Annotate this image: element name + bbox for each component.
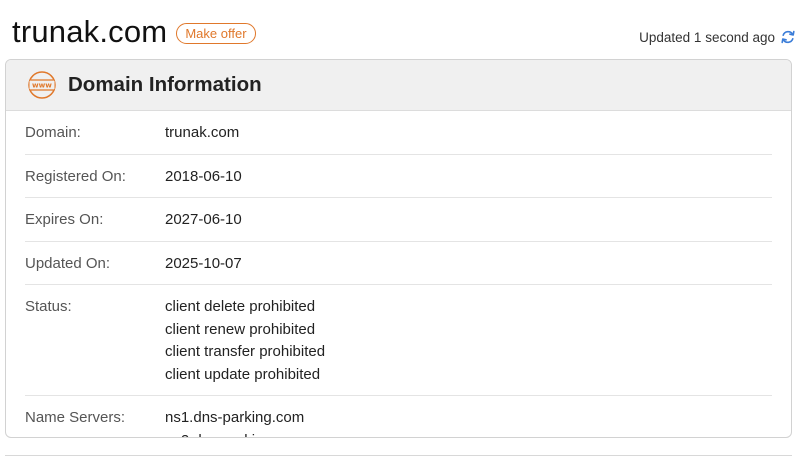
update-status: Updated 1 second ago	[639, 29, 796, 45]
info-row: Updated On: 2025-10-07	[25, 242, 772, 285]
info-value-line: ns2.dns-parking.com	[165, 430, 304, 438]
info-row: Domain: trunak.com	[25, 111, 772, 155]
updated-text: Updated 1 second ago	[639, 29, 775, 45]
info-value-line: ns1.dns-parking.com	[165, 409, 305, 426]
info-row: Status: client delete prohibited client re…	[25, 285, 772, 396]
info-value-line: 2025-10-07	[165, 254, 242, 272]
info-row: Name Servers: ns1.dns-parking.com ns2.dns-…	[25, 396, 772, 438]
make-offer-button[interactable]: Make offer	[176, 22, 256, 44]
card-header: www Domain Information	[6, 60, 791, 111]
divider	[5, 455, 792, 456]
info-row: Registered On: 2018-06-10	[25, 155, 772, 198]
info-label: Name Servers:	[25, 409, 126, 426]
info-rows: Domain: trunak.com Registered On: 2018-06-1…	[6, 111, 791, 438]
info-value-line: client update prohibited	[165, 365, 321, 383]
card-title: Domain Information	[68, 73, 262, 96]
info-value-line: trunak.com	[165, 124, 240, 141]
info-value: trunak.com	[165, 122, 239, 145]
info-value-line: 2027-06-10	[165, 211, 242, 228]
info-value-line: 2018-06-10	[165, 167, 242, 185]
info-label: Expires On:	[25, 211, 104, 228]
www-icon: www	[28, 71, 56, 99]
info-value: 2018-06-10	[165, 166, 242, 189]
info-value-line: client delete prohibited	[165, 298, 316, 315]
domain-info-card: www Domain Information Domain: trunak.com…	[5, 59, 792, 438]
info-value-line: client transfer prohibited	[165, 343, 326, 360]
info-value: 2027-06-10	[165, 209, 242, 232]
info-row: Expires On: 2027-06-10	[25, 198, 772, 242]
info-label: Updated On:	[25, 254, 111, 272]
info-value: 2025-10-07	[165, 253, 242, 276]
info-value-line: client renew prohibited	[165, 320, 316, 338]
info-label: Registered On:	[25, 167, 126, 185]
info-label: Status:	[25, 298, 72, 315]
info-value: client delete prohibited client renew pro…	[165, 296, 325, 386]
info-label: Domain:	[25, 124, 81, 141]
info-value: ns1.dns-parking.com ns2.dns-parking.com	[165, 407, 305, 438]
svg-text:www: www	[32, 81, 52, 90]
refresh-icon[interactable]	[780, 29, 796, 45]
domain-title: trunak.com	[12, 14, 168, 49]
